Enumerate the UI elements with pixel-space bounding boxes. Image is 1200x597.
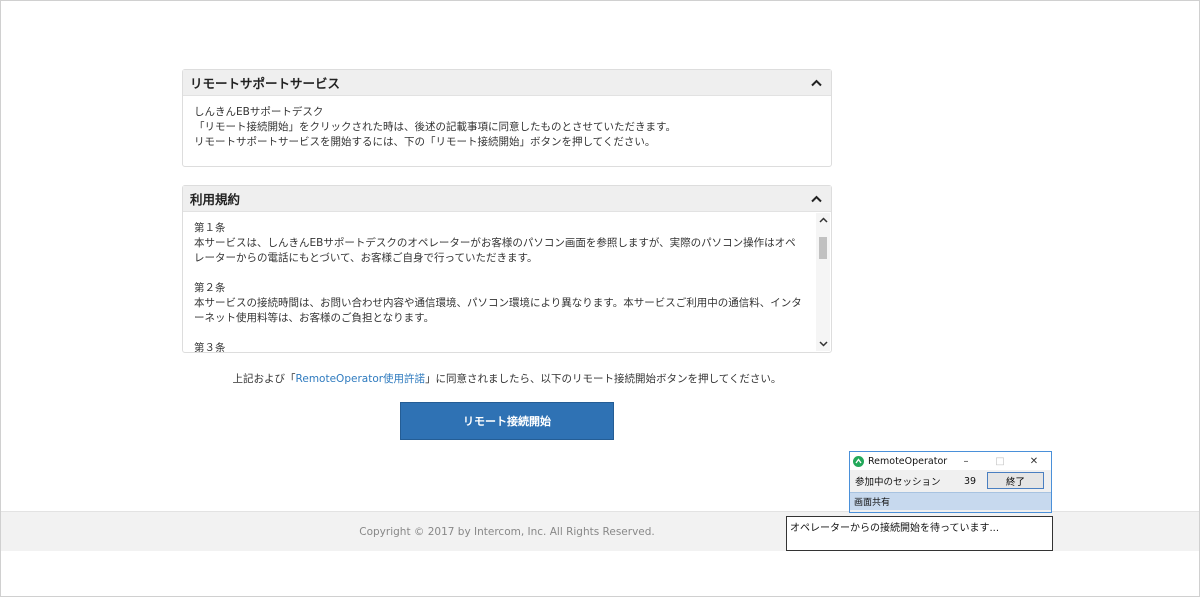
terms-article: 第２条 本サービスの接続時間は、お問い合わせ内容や通信環境、パソコン環境により異… (194, 281, 805, 326)
copyright: Copyright © 2017 by Intercom, Inc. All R… (359, 525, 655, 538)
tab-screen-share[interactable]: 画面共有 (850, 492, 1051, 510)
close-icon[interactable]: ✕ (1017, 452, 1051, 470)
minimize-icon[interactable]: – (949, 452, 983, 470)
session-label: 参加中のセッション (855, 477, 941, 488)
terms-content[interactable]: 第１条 本サービスは、しんきんEBサポートデスクのオペレーターがお客様のパソコン… (183, 212, 831, 352)
terms-article: 第３条 (194, 341, 805, 352)
remote-support-panel-title: リモートサポートサービス (190, 76, 341, 91)
connection-status-box: オペレーターからの接続開始を待っています... (786, 516, 1053, 551)
remote-support-panel-header[interactable]: リモートサポートサービス (183, 70, 831, 96)
window-controls: – □ ✕ (949, 452, 1051, 470)
article-text: 本サービスの接続時間は、お問い合わせ内容や通信環境、パソコン環境により異なります… (194, 297, 802, 324)
license-link[interactable]: RemoteOperator使用許諾 (296, 373, 426, 385)
support-line: しんきんEBサポートデスク (194, 106, 324, 118)
article-heading: 第３条 (194, 342, 226, 352)
remote-operator-titlebar[interactable]: RemoteOperator – □ ✕ (850, 452, 1051, 470)
scroll-down-icon[interactable] (816, 337, 830, 351)
article-text: 本サービスは、しんきんEBサポートデスクのオペレーターがお客様のパソコン画面を参… (194, 237, 796, 264)
scroll-up-icon[interactable] (816, 213, 830, 227)
scrollbar-thumb[interactable] (819, 237, 827, 259)
support-line: 「リモート接続開始」をクリックされた時は、後述の記載事項に同意したものとさせてい… (194, 121, 676, 133)
chevron-up-icon[interactable] (809, 76, 823, 90)
terms-panel-title: 利用規約 (190, 192, 241, 207)
maximize-icon: □ (995, 455, 1005, 467)
consent-text: 上記および「RemoteOperator使用許諾」に同意されましたら、以下のリモ… (182, 371, 832, 386)
session-row: 参加中のセッション 39 終了 (850, 470, 1051, 492)
remote-support-panel: リモートサポートサービス しんきんEBサポートデスク 「リモート接続開始」をクリ… (182, 69, 832, 167)
remote-operator-logo-icon (853, 455, 864, 467)
terms-article: 第１条 本サービスは、しんきんEBサポートデスクのオペレーターがお客様のパソコン… (194, 221, 805, 266)
remote-operator-title: RemoteOperator (868, 455, 948, 467)
terms-panel: 利用規約 第１条 本サービスは、しんきんEBサポートデスクのオペレーターがお客様… (182, 185, 832, 353)
support-line: リモートサポートサービスを開始するには、下の「リモート接続開始」ボタンを押してく… (194, 136, 656, 148)
session-count: 39 (963, 475, 977, 487)
article-heading: 第１条 (194, 222, 226, 234)
consent-suffix: 」に同意されましたら、以下のリモート接続開始ボタンを押してください。 (425, 373, 782, 385)
consent-prefix: 上記および「 (232, 373, 296, 385)
remote-support-panel-body: しんきんEBサポートデスク 「リモート接続開始」をクリックされた時は、後述の記載… (183, 96, 831, 159)
terms-panel-header[interactable]: 利用規約 (183, 186, 831, 212)
article-heading: 第２条 (194, 282, 226, 294)
terms-scrollbar[interactable] (816, 213, 830, 351)
end-session-button[interactable]: 終了 (987, 472, 1044, 489)
chevron-up-icon[interactable] (809, 192, 823, 206)
start-remote-connection-button[interactable]: リモート接続開始 (400, 402, 614, 440)
remote-operator-window: RemoteOperator – □ ✕ 参加中のセッション 39 終了 画面共… (849, 451, 1052, 513)
